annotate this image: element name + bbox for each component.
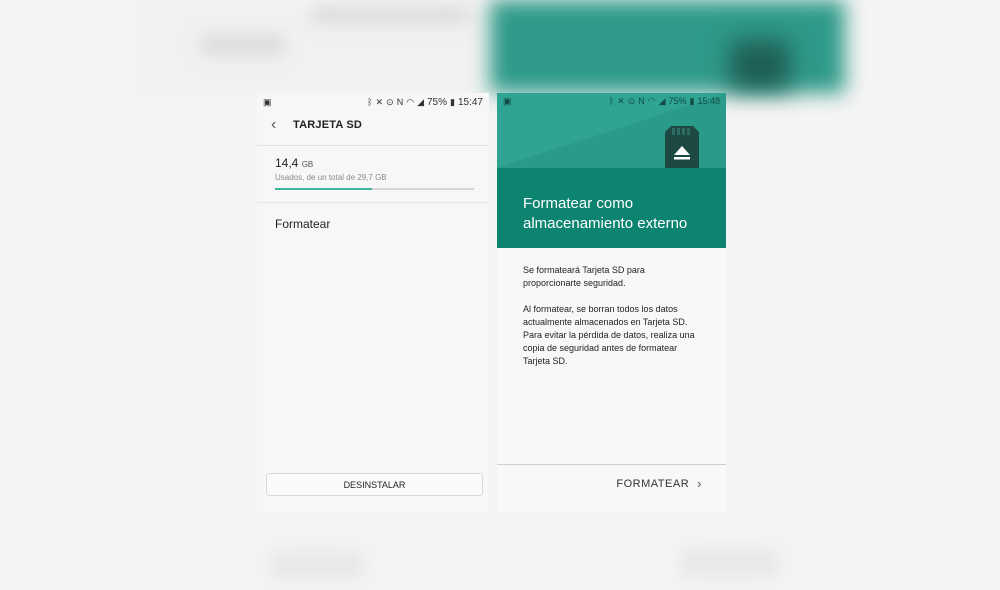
storage-used-value: 14,4 [275,156,299,170]
back-arrow-icon[interactable]: ‹ [271,116,293,134]
signal-icon: ◢ [658,95,666,106]
blurred-shape [310,6,470,24]
mute-icon: ✕ [617,95,625,106]
clock: 15:48 [697,96,720,106]
format-menu-item[interactable]: Formatear [257,203,489,245]
status-bar: ▣ ᛒ ✕ ⊙ N ◠ ◢ 75% ▮ 15:47 [257,93,489,111]
storage-usage-fill [275,188,372,190]
sd-card-eject-icon [665,126,699,168]
gallery-icon: ▣ [503,95,512,106]
signal-icon: ◢ [417,96,424,107]
mute-icon: ✕ [375,96,384,107]
dialog-body: Se formateará Tarjeta SD para proporcion… [497,248,726,368]
blurred-bottom [270,550,365,580]
hero-banner: ▣ ᛒ ✕ ⊙ N ◠ ◢ 75% ▮ 15:48 [497,93,726,168]
status-icons: ᛒ ✕ ⊙ N ◠ ◢ 75% ▮ 15:48 [609,96,720,106]
nfc-icon: N [396,96,404,107]
storage-used: 14,4 GB [275,156,471,170]
blurred-teal [490,0,845,93]
storage-summary: 14,4 GB Usados, de un total de 29,7 GB [257,146,489,190]
status-bar: ▣ ᛒ ✕ ⊙ N ◠ ◢ 75% ▮ 15:48 [497,93,726,109]
storage-usage-bar [275,188,474,190]
blurred-shape [200,34,285,56]
app-bar: ‹ TARJETA SD [257,111,489,139]
format-button-label: FORMATEAR [616,477,690,490]
divider [497,464,726,465]
storage-used-unit: GB [301,160,314,169]
page-title: TARJETA SD [293,119,363,131]
wifi-icon: ◠ [647,95,656,106]
wifi-icon: ◠ [406,96,415,107]
battery-icon: ▮ [450,96,455,107]
clock: 15:47 [457,96,483,108]
battery-percent: 75% [668,96,687,106]
status-icons: ᛒ ✕ ⊙ N ◠ ◢ 75% ▮ 15:47 [367,97,483,108]
uninstall-button[interactable]: DESINSTALAR [266,473,483,496]
dialog-paragraph-1: Se formateará Tarjeta SD para proporcion… [523,265,645,288]
battery-percent: 75% [427,96,448,108]
battery-icon: ▮ [689,95,695,106]
format-dialog-screen: ▣ ᛒ ✕ ⊙ N ◠ ◢ 75% ▮ 15:48 Formatear como [497,93,726,513]
sd-card-settings-screen: ▣ ᛒ ✕ ⊙ N ◠ ◢ 75% ▮ 15:47 ‹ TARJETA SD 1… [257,93,489,513]
bluetooth-icon: ᛒ [608,95,615,106]
blurred-teal-dark [730,40,790,90]
gallery-icon: ▣ [263,96,272,107]
dialog-paragraph-2: Al formatear, se borran todos los datos … [523,304,695,366]
dialog-header: Formatear como almacenamiento externo [497,168,726,248]
bluetooth-icon: ᛒ [367,96,373,107]
alarm-icon: ⊙ [627,95,636,106]
blurred-bottom [680,548,780,578]
nfc-icon: N [638,95,645,106]
alarm-icon: ⊙ [386,96,394,107]
format-button[interactable]: FORMATEAR › [616,476,702,491]
storage-total: Usados, de un total de 29,7 GB [275,173,387,182]
chevron-right-icon: › [697,476,702,491]
dialog-title: Formatear como almacenamiento externo [523,195,688,232]
